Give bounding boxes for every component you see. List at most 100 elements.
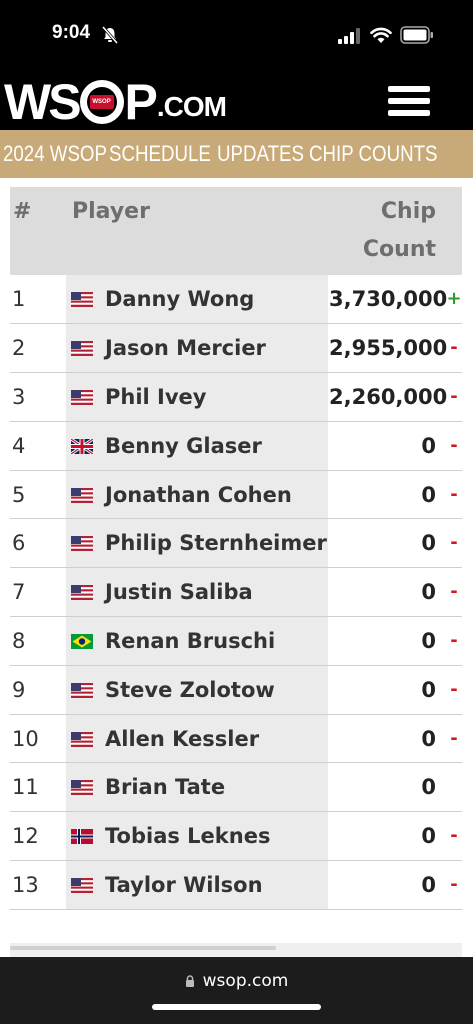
home-indicator[interactable]: [152, 1004, 321, 1010]
player-name[interactable]: Allen Kessler: [105, 727, 259, 751]
battery-icon: [400, 26, 433, 44]
logo-text-left: WS: [4, 74, 82, 130]
chip-count-value: 0: [421, 775, 436, 800]
chip-count-table: # Player Chip Count 1 Danny Wong 3,730,000…: [10, 187, 462, 910]
rank-cell: 6: [10, 518, 66, 569]
chip-count-value: 0: [421, 531, 436, 556]
trend-indicator: -: [450, 874, 458, 896]
lock-icon: [185, 975, 194, 987]
table-row: 11 Brian Tate 0: [10, 762, 462, 813]
nav-item-2024-wsop[interactable]: 2024 WSOP: [3, 141, 107, 167]
usa-flag-icon: [71, 585, 93, 601]
logo-text-right: P: [124, 74, 158, 130]
main-nav: 2024 WSOP SCHEDULE UPDATES CHIP COUNTS: [0, 130, 473, 178]
trend-indicator: +: [446, 288, 462, 309]
nav-item-schedule[interactable]: SCHEDULE: [109, 141, 211, 167]
hamburger-menu-icon[interactable]: [388, 86, 430, 120]
uk-flag-icon: [71, 438, 93, 454]
usa-flag-icon: [71, 780, 93, 796]
rank-cell: 9: [10, 665, 66, 715]
address-bar[interactable]: wsop.com: [0, 971, 473, 991]
player-name[interactable]: Taylor Wilson: [105, 873, 263, 897]
trend-indicator: -: [450, 630, 458, 652]
table-row: 7 Justin Saliba 0-: [10, 567, 462, 618]
rank-cell: 3: [10, 372, 66, 422]
chip-count-cell: 0-: [328, 470, 462, 520]
chip-count-value: 2,955,000: [329, 336, 448, 361]
player-name[interactable]: Benny Glaser: [105, 434, 262, 458]
trend-indicator: -: [450, 434, 458, 456]
norway-flag-icon: [71, 829, 93, 845]
usa-flag-icon: [71, 292, 93, 308]
player-cell[interactable]: Allen Kessler: [66, 714, 328, 764]
horizontal-scrollbar[interactable]: [10, 943, 462, 957]
chip-count-value: 0: [421, 482, 436, 507]
rank-cell: 4: [10, 421, 66, 471]
chip-count-value: 3,730,000: [329, 287, 448, 312]
table-row: 8 Renan Bruschi 0-: [10, 616, 462, 666]
usa-flag-icon: [71, 731, 93, 747]
player-cell[interactable]: Taylor Wilson: [66, 860, 328, 910]
header-player[interactable]: Player: [66, 187, 328, 275]
player-name[interactable]: Steve Zolotow: [105, 678, 275, 702]
wsop-logo[interactable]: WS WSOP P .COM: [4, 74, 227, 130]
trend-indicator: -: [450, 337, 458, 359]
logo-badge: WSOP: [89, 95, 114, 109]
chip-count-cell: 0-: [328, 567, 462, 618]
trend-indicator: -: [450, 581, 458, 603]
trend-indicator: -: [450, 825, 458, 847]
url-text: wsop.com: [202, 971, 289, 991]
chip-count-value: 0: [421, 628, 436, 653]
player-cell[interactable]: Brian Tate: [66, 762, 328, 813]
player-name[interactable]: Renan Bruschi: [105, 629, 275, 653]
table-row: 4 Benny Glaser 0-: [10, 421, 462, 471]
browser-bottom-bar: wsop.com: [0, 957, 473, 1024]
player-cell[interactable]: Justin Saliba: [66, 567, 328, 618]
chip-count-cell: 0-: [328, 860, 462, 910]
trend-indicator: -: [450, 532, 458, 554]
player-cell[interactable]: Phil Ivey: [66, 372, 328, 422]
player-cell[interactable]: Renan Bruschi: [66, 616, 328, 666]
player-cell[interactable]: Benny Glaser: [66, 421, 328, 471]
usa-flag-icon: [71, 536, 93, 552]
player-name[interactable]: Jason Mercier: [105, 336, 266, 360]
rank-cell: 8: [10, 616, 66, 666]
player-cell[interactable]: Danny Wong: [66, 275, 328, 325]
nav-item-chip-counts[interactable]: CHIP COUNTS: [309, 141, 437, 167]
player-name[interactable]: Tobias Leknes: [105, 824, 270, 848]
player-cell[interactable]: Tobias Leknes: [66, 811, 328, 862]
chip-count-table-container[interactable]: # Player Chip Count 1 Danny Wong 3,730,000…: [10, 187, 462, 910]
chip-count-cell: 0-: [328, 421, 462, 471]
site-header: WS WSOP P .COM: [0, 70, 473, 130]
table-row: 5 Jonathan Cohen 0-: [10, 470, 462, 520]
table-row: 6 Philip Sternheimer 0-: [10, 518, 462, 569]
chip-count-cell: 0-: [328, 518, 462, 569]
bell-slash-icon: [101, 26, 119, 44]
header-chip-count[interactable]: Chip Count: [328, 187, 462, 275]
brazil-flag-icon: [71, 633, 93, 649]
nav-item-updates[interactable]: UPDATES: [217, 141, 304, 167]
player-name[interactable]: Phil Ivey: [105, 385, 206, 409]
rank-cell: 13: [10, 860, 66, 910]
scrollbar-thumb[interactable]: [10, 946, 276, 950]
rank-cell: 10: [10, 714, 66, 764]
player-cell[interactable]: Steve Zolotow: [66, 665, 328, 715]
chip-count-cell: 0-: [328, 616, 462, 666]
status-bar: 9:04: [0, 0, 473, 70]
player-name[interactable]: Jonathan Cohen: [105, 483, 292, 507]
chip-count-value: 0: [421, 580, 436, 605]
usa-flag-icon: [71, 877, 93, 893]
player-cell[interactable]: Jason Mercier: [66, 323, 328, 374]
player-cell[interactable]: Jonathan Cohen: [66, 470, 328, 520]
chip-count-cell: 0-: [328, 714, 462, 764]
table-row: 1 Danny Wong 3,730,000 +: [10, 275, 462, 325]
table-header-row: # Player Chip Count: [10, 187, 462, 275]
trend-indicator: -: [450, 386, 458, 408]
chip-count-value: 0: [421, 872, 436, 897]
player-name[interactable]: Danny Wong: [105, 287, 254, 311]
header-rank[interactable]: #: [10, 187, 66, 275]
player-name[interactable]: Philip Sternheimer: [105, 531, 327, 555]
player-name[interactable]: Justin Saliba: [105, 580, 253, 604]
player-name[interactable]: Brian Tate: [105, 775, 225, 799]
player-cell[interactable]: Philip Sternheimer: [66, 518, 328, 569]
